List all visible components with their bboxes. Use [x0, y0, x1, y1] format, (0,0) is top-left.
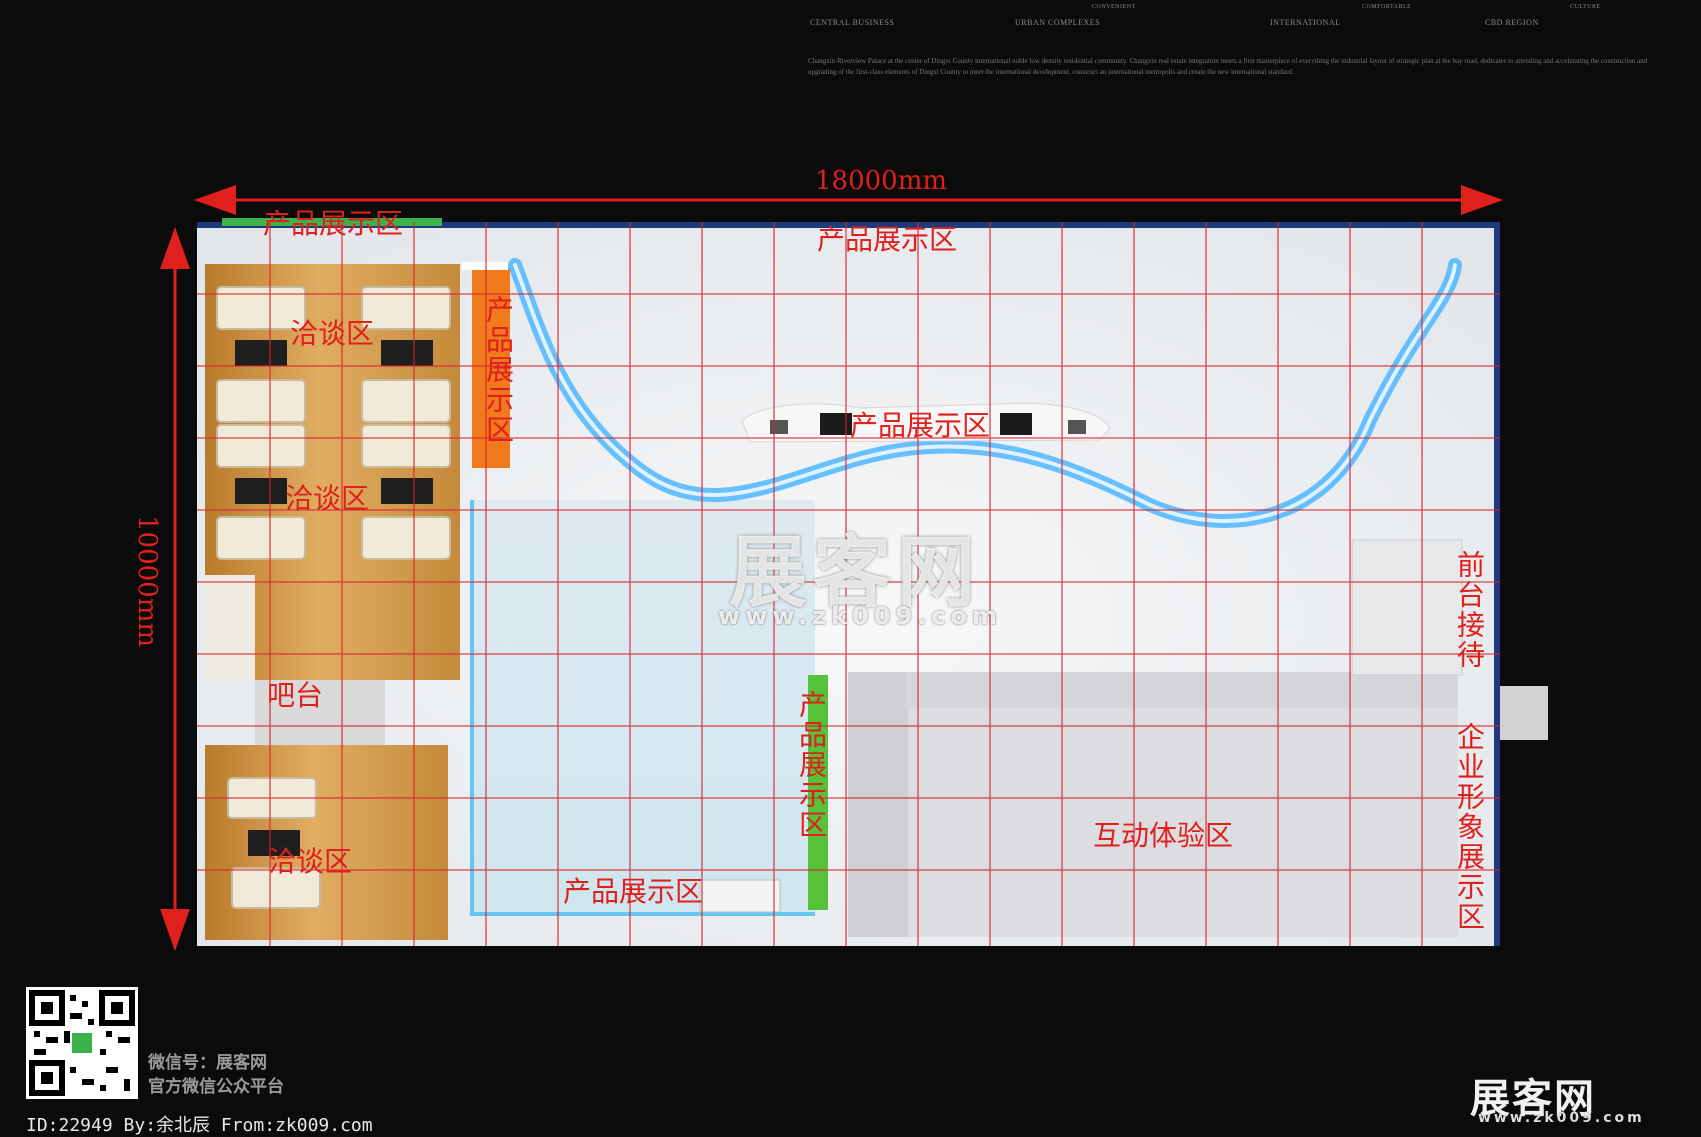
zone-label-negotiation-2: 洽谈区: [285, 482, 370, 515]
zone-label-corporate-image: 企业形象展示区: [1453, 722, 1486, 932]
zone-label-negotiation-1: 洽谈区: [290, 317, 375, 350]
zone-label-interactive: 互动体验区: [1093, 819, 1234, 852]
footer-logo-url: www.zk009.com: [1478, 1110, 1645, 1126]
watermark-url: www.zk009.com: [718, 602, 1002, 630]
zone-label-product-left-column: 产品展示区: [482, 295, 515, 445]
qr-code: [26, 987, 138, 1099]
booth-right-edge: [1494, 222, 1500, 946]
interactive-block: [848, 672, 1458, 937]
entrance-block: [1500, 686, 1548, 740]
zone-label-product-top-center: 产品展示区: [817, 223, 958, 256]
wechat-line-1: 微信号：展客网: [148, 1053, 267, 1073]
bar-cabinet: [205, 575, 255, 680]
zone-label-reception: 前台接待: [1453, 550, 1486, 670]
zone-label-product-bottom: 产品展示区: [563, 875, 704, 908]
floor-plan-stage: CENTRAL BUSINESS URBAN COMPLEXES INTERNA…: [0, 0, 1701, 1136]
zone-label-product-center: 产品展示区: [850, 409, 991, 442]
reception-desk: [1351, 539, 1463, 676]
footer-id-line: ID:22949 By:余北辰 From:zk009.com: [26, 1115, 373, 1136]
zone-label-product-mid-column: 产品展示区: [795, 690, 828, 840]
width-dimension-label: 18000mm: [815, 166, 948, 196]
zone-label-product-top-left: 产品展示区: [263, 207, 404, 240]
wood-floor-lower: [205, 745, 448, 940]
height-dimension-label: 10000mm: [132, 515, 162, 648]
wechat-line-2: 官方微信公众平台: [148, 1077, 284, 1097]
bottom-counter: [699, 879, 781, 913]
zone-label-negotiation-3: 洽谈区: [268, 845, 353, 878]
zone-label-bar: 吧台: [267, 679, 324, 712]
